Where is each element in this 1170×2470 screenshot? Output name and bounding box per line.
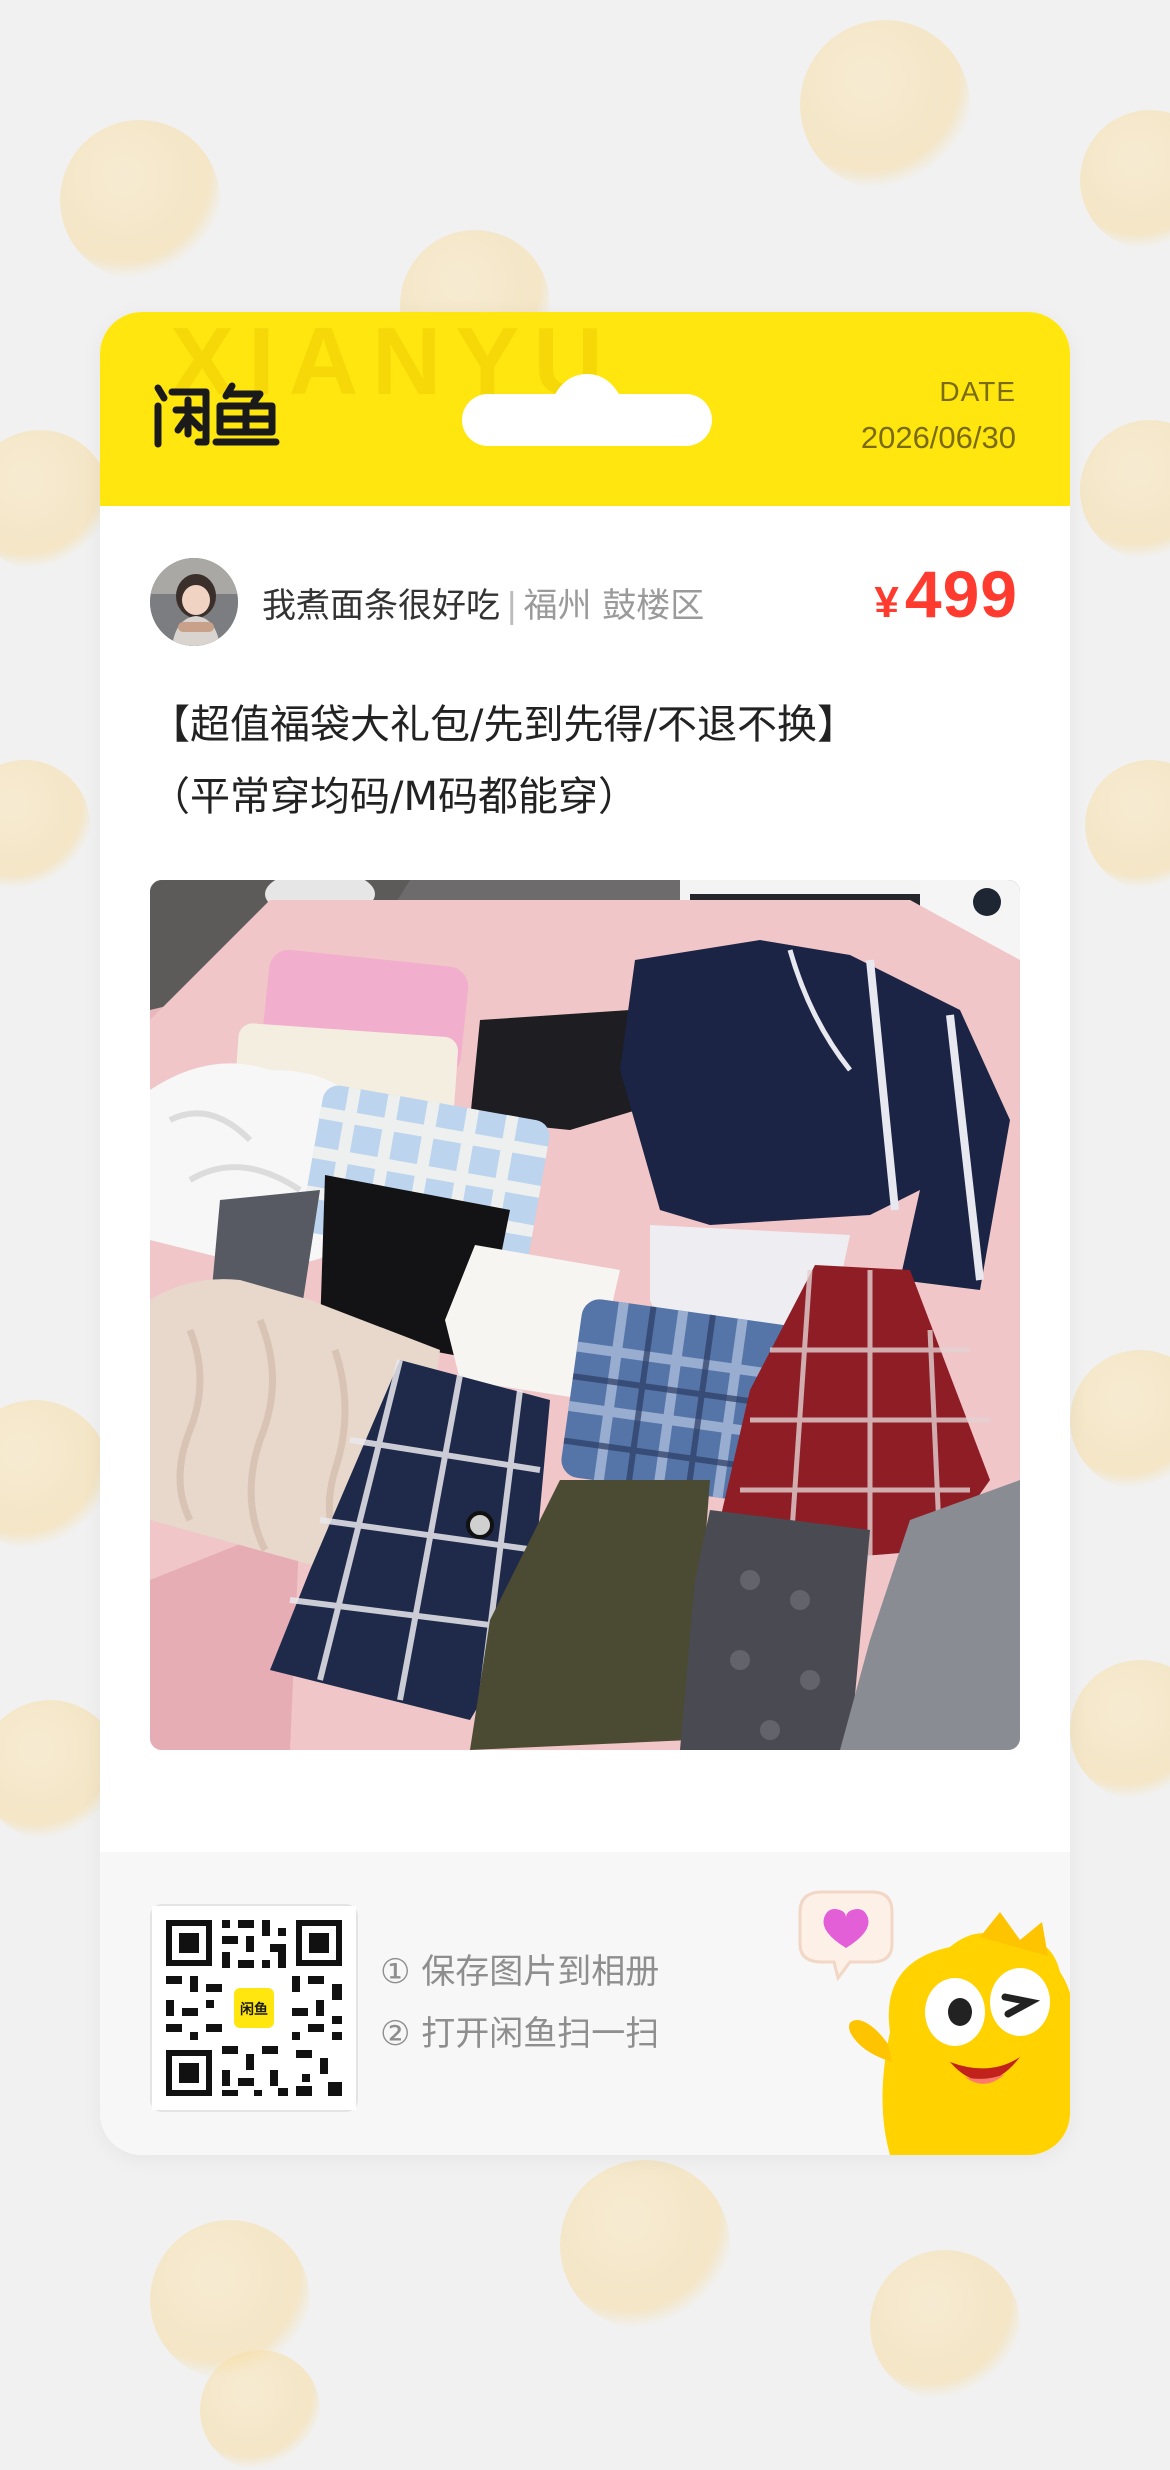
seller-location: 福州 鼓楼区 bbox=[523, 586, 705, 626]
price-currency: ¥ bbox=[874, 578, 899, 627]
seller-info: 我煮面条很好吃 | 福州 鼓楼区 bbox=[262, 578, 704, 627]
xianyu-logo bbox=[154, 382, 280, 448]
date-label: DATE bbox=[939, 376, 1016, 407]
price: ¥499 bbox=[874, 556, 1018, 632]
share-card: XIANYU DATE 2026/06/30 我煮面条很好吃 | 福州 鼓楼区 … bbox=[100, 312, 1070, 2155]
seller-separator: | bbox=[506, 586, 518, 626]
seller-avatar[interactable] bbox=[150, 558, 238, 646]
scan-step-1: ① 保存图片到相册 bbox=[380, 1952, 660, 1992]
scan-step-2: ② 打开闲鱼扫一扫 bbox=[380, 2014, 660, 2054]
card-footer: 闲鱼 ① 保存图片到相册 ② 打开闲鱼扫一扫 bbox=[100, 1852, 1070, 2155]
card-header: XIANYU DATE 2026/06/30 bbox=[100, 312, 1070, 506]
header-tab-notch bbox=[462, 374, 712, 446]
heart-bubble-icon bbox=[798, 1890, 894, 1982]
mascot-fish bbox=[798, 1890, 1070, 2155]
listing-photo[interactable] bbox=[150, 880, 1020, 1750]
qr-center-logo: 闲鱼 bbox=[240, 2001, 268, 2018]
date-value: 2026/06/30 bbox=[860, 420, 1016, 455]
listing-title-line1: 【超值福袋大礼包/先到先得/不退不换】 bbox=[150, 702, 857, 748]
listing-title-line2: （平常穿均码/M码都能穿） bbox=[150, 774, 638, 820]
seller-name[interactable]: 我煮面条很好吃 bbox=[262, 586, 500, 626]
qr-code-icon[interactable]: 闲鱼 bbox=[150, 1904, 358, 2112]
price-amount: 499 bbox=[904, 557, 1018, 631]
